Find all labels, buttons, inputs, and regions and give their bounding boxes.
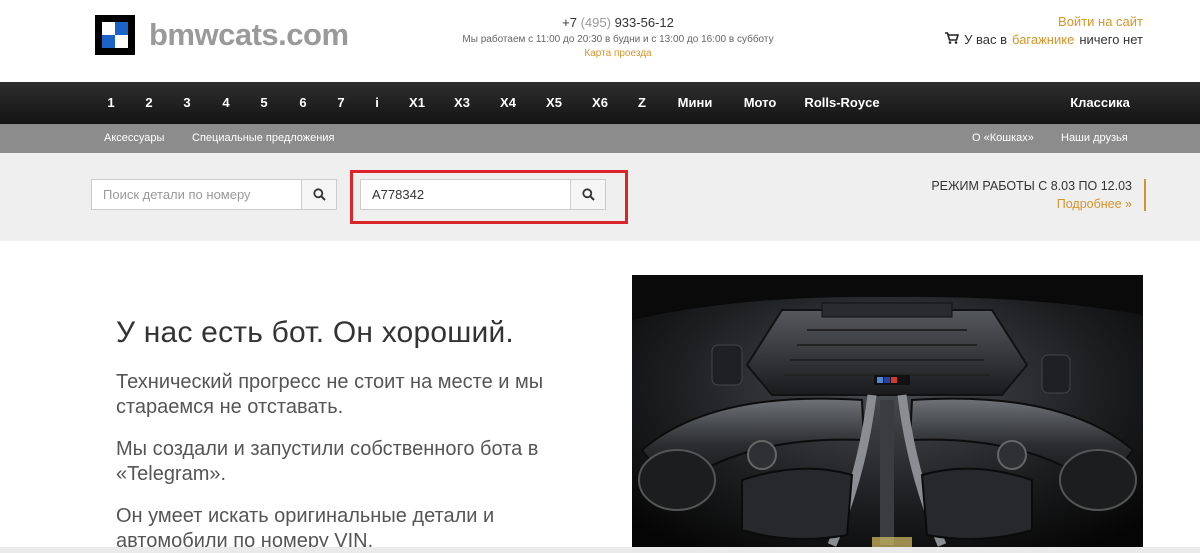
map-link[interactable]: Карта проезда [430, 48, 806, 59]
nav-item[interactable]: 2 [145, 82, 152, 124]
subnav-item-friends[interactable]: Наши друзья [1061, 124, 1128, 153]
cart-prefix: У вас в [964, 32, 1008, 47]
subnav-item-about[interactable]: О «Кошках» [972, 124, 1034, 153]
cart-link[interactable]: багажнике [1012, 32, 1074, 47]
promo-paragraph: Мы создали и запустили собственного бота… [116, 438, 539, 485]
nav-item[interactable]: 6 [299, 82, 306, 124]
cart-status: У вас в багажнике ничего нет [945, 32, 1143, 47]
contacts-block: +7 (495) 933-56-12 Мы работаем с 11:00 д… [430, 15, 806, 59]
logo-mark-icon [95, 15, 135, 55]
schedule-block: РЕЖИМ РАБОТЫ С 8.03 по 12.03 Подробнее » [931, 179, 1146, 211]
engine-photo [632, 275, 1143, 553]
promo-heading: У нас есть бот. Он хороший. [116, 316, 514, 349]
phone-prefix: +7 [562, 15, 577, 30]
search-icon [312, 188, 326, 201]
phone-code: (495) [580, 15, 611, 30]
nav-item[interactable]: X3 [454, 82, 470, 124]
phone: +7 (495) 933-56-12 [430, 15, 806, 30]
site-header: bmwcats.com +7 (495) 933-56-12 Мы работа… [0, 0, 1200, 82]
site-logo[interactable]: bmwcats.com [95, 15, 349, 55]
nav-item[interactable]: Классика [1070, 82, 1130, 124]
nav-item[interactable]: i [375, 82, 379, 124]
nav-item[interactable]: 4 [222, 82, 229, 124]
cart-icon[interactable] [945, 32, 960, 47]
main-nav: 1 2 3 4 5 6 7 i X1 X3 X4 X5 X6 Z Мини Мо… [0, 82, 1200, 124]
logo-text: bmwcats.com [149, 17, 349, 52]
working-hours: Мы работаем с 11:00 до 20:30 в будни и с… [462, 34, 774, 45]
nav-item[interactable]: X5 [546, 82, 562, 124]
promo-paragraph: Он умеет искать оригинальные детали и ав… [116, 505, 495, 552]
nav-item[interactable]: Z [638, 82, 646, 124]
account-block: Войти на сайт У вас в багажнике ничего н… [945, 14, 1143, 47]
nav-item[interactable]: Мини [678, 82, 713, 124]
nav-item[interactable]: 5 [260, 82, 267, 124]
part-search-button[interactable] [301, 179, 337, 210]
sub-nav: Аксессуары Специальные предложения О «Ко… [0, 124, 1200, 153]
schedule-title: РЕЖИМ РАБОТЫ С 8.03 по 12.03 [931, 179, 1132, 193]
phone-number: 933-56-12 [614, 15, 674, 30]
nav-item[interactable]: 7 [337, 82, 344, 124]
nav-item[interactable]: Мото [744, 82, 777, 124]
nav-item[interactable]: X1 [409, 82, 425, 124]
nav-item[interactable]: X4 [500, 82, 516, 124]
cart-suffix: ничего нет [1079, 32, 1143, 47]
promo-section: У нас есть бот. Он хороший. Технический … [116, 316, 586, 553]
promo-paragraph: Технический прогресс не стоит на месте и… [116, 371, 544, 418]
part-search-input[interactable] [91, 179, 301, 210]
schedule-more-link[interactable]: Подробнее » [931, 197, 1132, 211]
part-search-group [91, 179, 337, 210]
nav-item[interactable]: Rolls-Royce [804, 82, 879, 124]
highlight-box [350, 170, 628, 224]
nav-item[interactable]: 1 [107, 82, 114, 124]
subnav-item-accessories[interactable]: Аксессуары [104, 124, 164, 153]
bottom-strip [0, 547, 1200, 553]
login-link[interactable]: Войти на сайт [945, 14, 1143, 29]
nav-item[interactable]: X6 [592, 82, 608, 124]
nav-item[interactable]: 3 [183, 82, 190, 124]
subnav-item-special-offers[interactable]: Специальные предложения [192, 124, 334, 153]
